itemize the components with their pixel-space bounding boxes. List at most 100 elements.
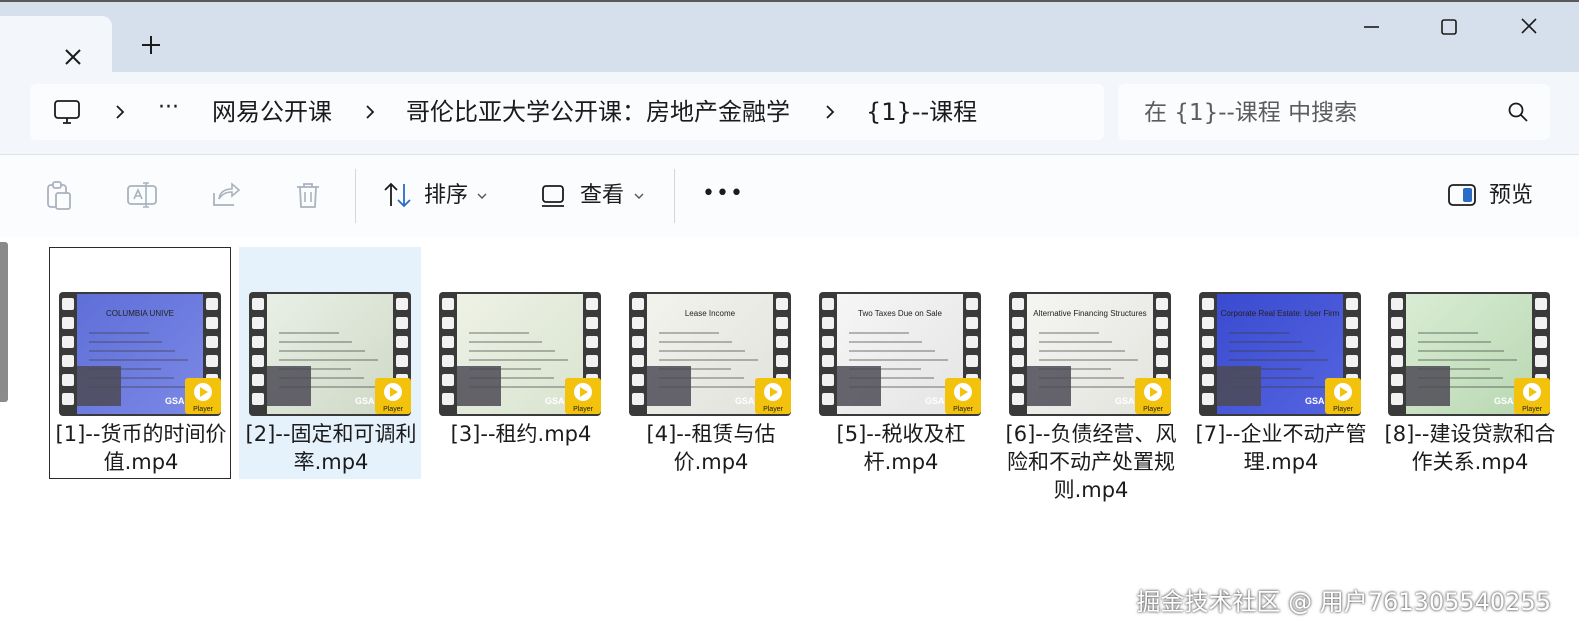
maximize-icon[interactable] [1426, 12, 1472, 42]
video-thumbnail[interactable]: Lease Income GSA Player [629, 292, 791, 416]
breadcrumb-item-netease[interactable]: 网易公开课 [212, 96, 332, 128]
film-sprocket [206, 317, 218, 329]
file-item[interactable]: GSA Player [3]--租约.mp4 [429, 247, 611, 479]
video-thumbnail[interactable]: Corporate Real Estate: User Firm GSA Playe… [1199, 292, 1361, 416]
chevron-down-icon[interactable] [475, 191, 489, 201]
film-sprocket [632, 355, 644, 367]
player-label: Player [1143, 406, 1164, 413]
video-thumbnail[interactable]: GSA Player [1388, 292, 1550, 416]
view-icon[interactable] [538, 179, 570, 211]
film-sprocket [1535, 336, 1547, 348]
chevron-right-icon[interactable] [110, 98, 130, 126]
chevron-right-icon[interactable] [820, 98, 840, 126]
file-item[interactable]: GSA Player [2]--固定和可调利率.mp4 [239, 247, 421, 479]
film-sprocket [776, 298, 788, 310]
watermark: 掘金技术社区 @ 用户761305540255 [1136, 588, 1552, 616]
film-sprocket [1012, 355, 1024, 367]
film-sprocket [1202, 355, 1214, 367]
slide-text-line [1229, 359, 1328, 361]
film-sprocket [632, 393, 644, 405]
file-item[interactable]: Lease Income GSA Player [4]--租赁与估价.mp4 [619, 247, 801, 479]
rename-icon[interactable] [126, 179, 158, 211]
share-icon[interactable] [210, 179, 242, 211]
preview-label[interactable]: 预览 [1489, 181, 1533, 211]
slide-text-line [469, 359, 568, 361]
film-sprocket [632, 298, 644, 310]
film-sprocket [776, 336, 788, 348]
paste-icon[interactable] [42, 179, 74, 211]
slide-text-line [849, 332, 909, 334]
presenter-inset [1027, 366, 1071, 406]
file-name[interactable]: [8]--建设贷款和合作关系.mp4 [1379, 420, 1561, 476]
film-sprocket [1391, 336, 1403, 348]
search-icon[interactable] [1506, 100, 1530, 124]
slide-text-line [469, 350, 555, 352]
view-label[interactable]: 查看 [580, 181, 624, 211]
presenter-inset [77, 366, 121, 406]
monitor-icon[interactable] [52, 97, 82, 127]
film-sprocket [632, 374, 644, 386]
film-sprocket [396, 355, 408, 367]
video-thumbnail[interactable]: GSA Player [249, 292, 411, 416]
breadcrumb[interactable]: ··· 网易公开课 哥伦比亚大学公开课：房地产金融学 {1}--课程 [30, 84, 1104, 140]
file-item[interactable]: COLUMBIA UNIVE GSA Player [1]--货币的时间价值.mp4 [49, 247, 231, 479]
address-row: ··· 网易公开课 哥伦比亚大学公开课：房地产金融学 {1}--课程 [0, 72, 1579, 154]
breadcrumb-item-columbia[interactable]: 哥伦比亚大学公开课：房地产金融学 [406, 96, 790, 128]
scrollbar-thumb[interactable] [0, 242, 8, 402]
video-thumbnail[interactable]: Two Taxes Due on Sale GSA Player [819, 292, 981, 416]
film-sprocket [822, 317, 834, 329]
slide-text-line [1418, 359, 1517, 361]
file-item[interactable]: GSA Player [8]--建设贷款和合作关系.mp4 [1378, 247, 1560, 479]
file-name[interactable]: [3]--租约.mp4 [430, 420, 612, 448]
video-thumbnail[interactable]: COLUMBIA UNIVE GSA Player [59, 292, 221, 416]
video-thumbnail[interactable]: GSA Player [439, 292, 601, 416]
file-name[interactable]: [6]--负债经营、风险和不动产处置规则.mp4 [1000, 420, 1182, 504]
file-item[interactable]: Alternative Financing Structures GSA Playe… [999, 247, 1181, 509]
slide-text-line [1229, 350, 1315, 352]
film-sprocket [1012, 298, 1024, 310]
search-input[interactable] [1142, 94, 1486, 132]
film-sprocket [1156, 336, 1168, 348]
search-box[interactable] [1118, 84, 1550, 140]
film-sprocket [1346, 317, 1358, 329]
breadcrumb-item-course[interactable]: {1}--课程 [866, 96, 977, 128]
film-sprocket [1012, 336, 1024, 348]
close-icon[interactable] [58, 42, 88, 72]
film-sprocket [206, 336, 218, 348]
film-sprocket [396, 298, 408, 310]
presenter-inset [1217, 366, 1261, 406]
chevron-right-icon[interactable] [360, 98, 380, 126]
slide-text-line [1418, 332, 1478, 334]
film-sprocket [1202, 317, 1214, 329]
chevron-down-icon[interactable] [632, 191, 646, 201]
slide-title: COLUMBIA UNIVE [106, 309, 174, 318]
file-name[interactable]: [7]--企业不动产管理.mp4 [1190, 420, 1372, 476]
minimize-icon[interactable] [1348, 12, 1394, 42]
file-name[interactable]: [5]--税收及杠杆.mp4 [810, 420, 992, 476]
slide-text-line [1039, 332, 1099, 334]
sort-label[interactable]: 排序 [424, 181, 468, 211]
window-close-icon[interactable] [1506, 12, 1552, 42]
trash-icon[interactable] [292, 179, 324, 211]
preview-pane-icon[interactable] [1446, 179, 1478, 211]
plus-icon[interactable] [136, 30, 166, 60]
player-label: Player [193, 406, 214, 413]
file-name[interactable]: [4]--租赁与估价.mp4 [620, 420, 802, 476]
slide-text-line [1039, 359, 1138, 361]
player-label: Player [383, 406, 404, 413]
tab-current[interactable] [0, 16, 112, 72]
more-options-button[interactable]: ••• [702, 179, 744, 209]
video-thumbnail[interactable]: Alternative Financing Structures GSA Playe… [1009, 292, 1171, 416]
file-name[interactable]: [2]--固定和可调利率.mp4 [240, 420, 422, 476]
slide-text-line [659, 341, 732, 343]
file-item[interactable]: Corporate Real Estate: User Firm GSA Playe… [1189, 247, 1371, 479]
file-item[interactable]: Two Taxes Due on Sale GSA Player [5]--税收及杠… [809, 247, 991, 479]
film-sprocket [442, 336, 454, 348]
file-name[interactable]: [1]--货币的时间价值.mp4 [50, 420, 232, 476]
breadcrumb-more[interactable]: ··· [158, 92, 179, 124]
film-sprocket [1202, 298, 1214, 310]
film-sprocket [1391, 355, 1403, 367]
sort-icon[interactable] [382, 179, 414, 211]
slide-text-line [1229, 332, 1289, 334]
slide-text-line [849, 350, 935, 352]
